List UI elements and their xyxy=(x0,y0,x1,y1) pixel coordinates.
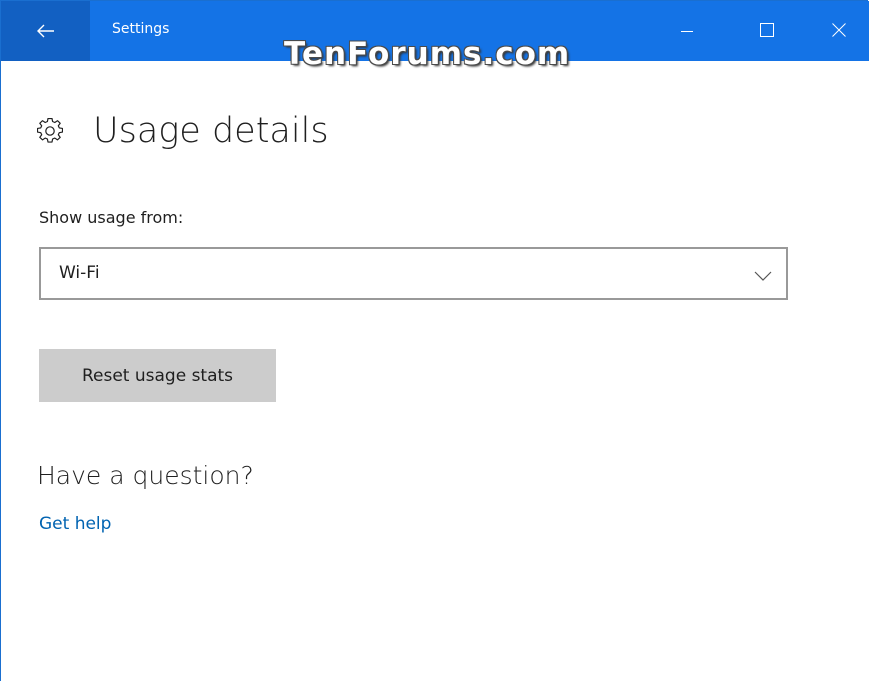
maximize-icon xyxy=(760,22,774,41)
watermark: TenForums.com xyxy=(284,36,571,72)
show-usage-label: Show usage from: xyxy=(39,208,184,227)
minimize-button[interactable] xyxy=(657,1,717,61)
dropdown-selected-value: Wi-Fi xyxy=(59,263,100,283)
reset-usage-stats-button[interactable]: Reset usage stats xyxy=(39,349,276,402)
app-title: Settings xyxy=(112,21,170,37)
back-arrow-icon xyxy=(36,24,55,38)
question-heading: Have a question? xyxy=(37,461,254,490)
minimize-icon xyxy=(681,22,693,41)
page-header: Usage details xyxy=(37,103,329,159)
title-bar: Settings TenForums.com xyxy=(1,1,869,70)
close-button[interactable] xyxy=(809,1,869,61)
gear-icon xyxy=(37,118,63,144)
back-button[interactable] xyxy=(1,1,90,61)
maximize-button[interactable] xyxy=(737,1,797,61)
page-title: Usage details xyxy=(93,111,329,151)
get-help-link[interactable]: Get help xyxy=(39,514,111,534)
chevron-down-icon xyxy=(754,267,772,286)
close-icon xyxy=(832,22,846,41)
usage-source-dropdown[interactable]: Wi-Fi xyxy=(39,247,788,300)
settings-window: Settings TenForums.com Usage details Sho… xyxy=(0,0,869,681)
